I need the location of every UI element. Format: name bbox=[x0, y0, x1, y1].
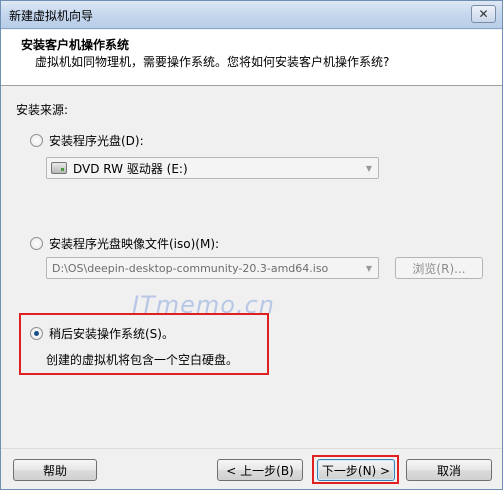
title-bar: 新建虚拟机向导 ✕ bbox=[1, 1, 502, 29]
dvd-drive-icon bbox=[51, 162, 67, 174]
radio-button[interactable] bbox=[30, 237, 43, 250]
wizard-window: 新建虚拟机向导 ✕ 安装客户机操作系统 虚拟机如同物理机，需要操作系统。您将如何… bbox=[0, 0, 503, 490]
chevron-down-icon[interactable]: ▼ bbox=[360, 158, 378, 178]
page-title: 安装客户机操作系统 bbox=[21, 38, 130, 52]
window-title: 新建虚拟机向导 bbox=[9, 9, 94, 23]
disc-drive-value: DVD RW 驱动器 (E:) bbox=[73, 161, 188, 176]
chevron-down-icon[interactable]: ▼ bbox=[360, 258, 378, 278]
radio-label-disc: 安装程序光盘(D): bbox=[49, 134, 144, 148]
page-subtitle: 虚拟机如同物理机，需要操作系统。您将如何安装客户机操作系统? bbox=[35, 55, 390, 69]
highlight-box-next bbox=[312, 455, 399, 484]
browse-button[interactable]: 浏览(R)... bbox=[395, 257, 483, 279]
radio-install-disc[interactable]: 安装程序光盘(D): bbox=[30, 132, 144, 149]
iso-path-value: D:\OS\deepin-desktop-community-20.3-amd6… bbox=[52, 261, 329, 275]
disc-drive-select[interactable]: DVD RW 驱动器 (E:) ▼ bbox=[46, 157, 379, 179]
radio-install-iso[interactable]: 安装程序光盘映像文件(iso)(M): bbox=[30, 235, 219, 252]
help-button[interactable]: 帮助 bbox=[13, 459, 97, 481]
radio-button[interactable] bbox=[30, 134, 43, 147]
iso-path-select[interactable]: D:\OS\deepin-desktop-community-20.3-amd6… bbox=[46, 257, 379, 279]
footer-divider bbox=[1, 448, 502, 449]
back-button[interactable]: < 上一步(B) bbox=[217, 459, 303, 481]
highlight-box-later bbox=[19, 313, 269, 375]
radio-label-iso: 安装程序光盘映像文件(iso)(M): bbox=[49, 237, 220, 251]
cancel-button[interactable]: 取消 bbox=[406, 459, 492, 481]
install-source-label: 安装来源: bbox=[16, 103, 69, 117]
close-button[interactable]: ✕ bbox=[471, 5, 496, 23]
wizard-header: 安装客户机操作系统 虚拟机如同物理机，需要操作系统。您将如何安装客户机操作系统? bbox=[1, 30, 502, 86]
close-icon: ✕ bbox=[478, 7, 489, 21]
